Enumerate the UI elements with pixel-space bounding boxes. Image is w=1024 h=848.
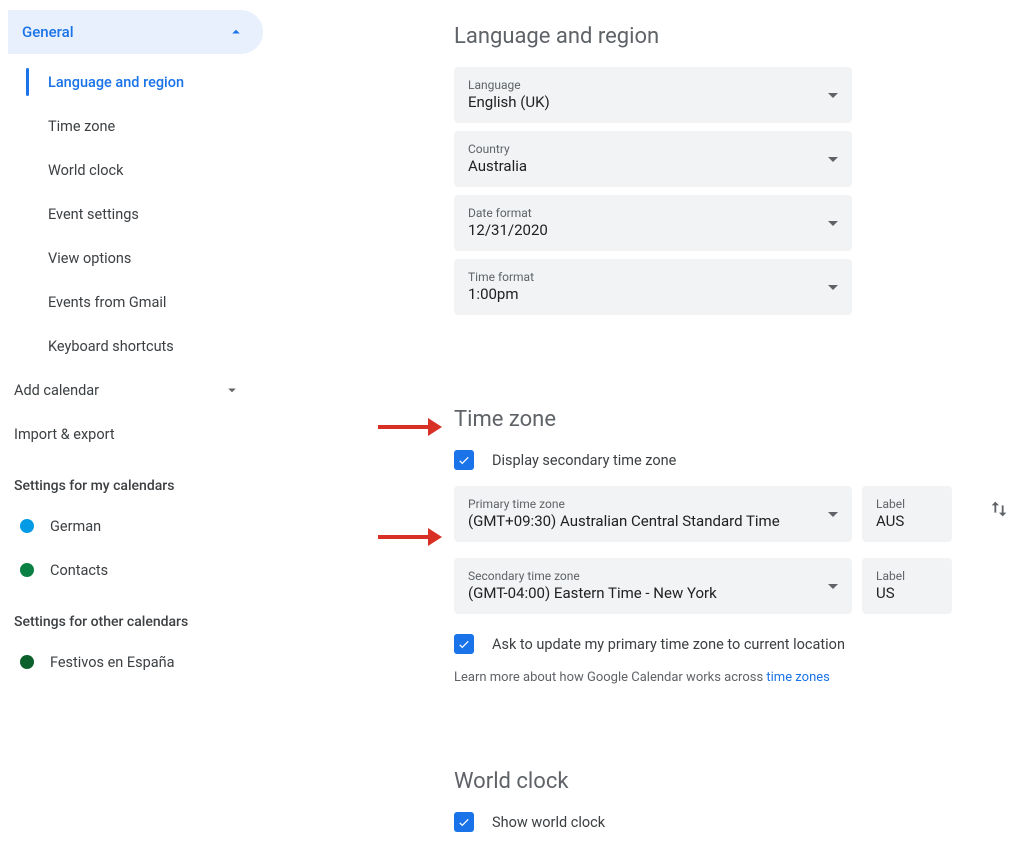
chevron-up-icon	[227, 23, 245, 41]
time-format-select[interactable]: Time format 1:00pm	[454, 259, 852, 315]
show-world-clock-label: Show world clock	[492, 814, 605, 831]
calendar-color-dot	[20, 655, 34, 669]
ask-update-label: Ask to update my primary time zone to cu…	[492, 636, 845, 653]
sidebar-other-calendars-title: Settings for other calendars	[8, 592, 300, 640]
country-label: Country	[468, 142, 527, 157]
sidebar-calendar-contacts[interactable]: Contacts	[8, 548, 300, 592]
sidebar-item-events-from-gmail[interactable]: Events from Gmail	[20, 280, 300, 324]
section-title-world-clock: World clock	[454, 769, 974, 794]
dropdown-icon	[828, 512, 838, 517]
secondary-time-zone-select[interactable]: Secondary time zone (GMT-04:00) Eastern …	[454, 558, 852, 614]
display-secondary-checkbox-row[interactable]: Display secondary time zone	[454, 450, 974, 470]
calendar-color-dot	[20, 519, 34, 533]
sidebar-item-add-calendar[interactable]: Add calendar	[8, 368, 263, 412]
date-format-value: 12/31/2020	[468, 221, 548, 240]
show-world-clock-checkbox-row[interactable]: Show world clock	[454, 812, 974, 832]
settings-sidebar: General Language and region Time zone Wo…	[0, 10, 300, 684]
country-value: Australia	[468, 157, 527, 176]
time-format-label: Time format	[468, 270, 534, 285]
settings-content: Language and region Language English (UK…	[454, 24, 974, 848]
swap-time-zones-icon[interactable]	[988, 498, 1010, 520]
sidebar-my-calendars-title: Settings for my calendars	[8, 456, 300, 504]
display-secondary-label: Display secondary time zone	[492, 452, 676, 469]
sidebar-item-time-zone[interactable]: Time zone	[20, 104, 300, 148]
country-select[interactable]: Country Australia	[454, 131, 852, 187]
annotation-arrow	[378, 418, 442, 436]
sidebar-item-keyboard-shortcuts[interactable]: Keyboard shortcuts	[20, 324, 300, 368]
dropdown-icon	[828, 93, 838, 98]
primary-tz-label-input[interactable]: Label AUS	[862, 486, 952, 542]
sidebar-item-world-clock[interactable]: World clock	[20, 148, 300, 192]
sidebar-item-event-settings[interactable]: Event settings	[20, 192, 300, 236]
time-zones-link[interactable]: time zones	[766, 670, 829, 685]
sidebar-section-general[interactable]: General	[8, 10, 263, 54]
date-format-label: Date format	[468, 206, 548, 221]
dropdown-icon	[828, 285, 838, 290]
language-label: Language	[468, 78, 550, 93]
learn-more-text: Learn more about how Google Calendar wor…	[454, 670, 974, 685]
sidebar-item-import-export[interactable]: Import & export	[8, 412, 263, 456]
section-title-language-region: Language and region	[454, 24, 974, 49]
checkbox-checked-icon[interactable]	[454, 634, 474, 654]
sidebar-calendar-german[interactable]: German	[8, 504, 300, 548]
primary-time-zone-select[interactable]: Primary time zone (GMT+09:30) Australian…	[454, 486, 852, 542]
annotation-arrow	[378, 528, 442, 546]
checkbox-checked-icon[interactable]	[454, 450, 474, 470]
date-format-select[interactable]: Date format 12/31/2020	[454, 195, 852, 251]
sidebar-item-view-options[interactable]: View options	[20, 236, 300, 280]
dropdown-icon	[828, 221, 838, 226]
language-select[interactable]: Language English (UK)	[454, 67, 852, 123]
time-format-value: 1:00pm	[468, 285, 534, 304]
sidebar-calendar-festivos[interactable]: Festivos en España	[8, 640, 300, 684]
sidebar-section-general-label: General	[22, 23, 74, 41]
ask-update-checkbox-row[interactable]: Ask to update my primary time zone to cu…	[454, 634, 974, 654]
section-title-time-zone: Time zone	[454, 407, 974, 432]
chevron-down-icon	[223, 381, 241, 399]
dropdown-icon	[828, 584, 838, 589]
calendar-color-dot	[20, 563, 34, 577]
language-value: English (UK)	[468, 93, 550, 112]
sidebar-item-language-region[interactable]: Language and region	[20, 60, 300, 104]
checkbox-checked-icon[interactable]	[454, 812, 474, 832]
secondary-tz-label-input[interactable]: Label US	[862, 558, 952, 614]
dropdown-icon	[828, 157, 838, 162]
